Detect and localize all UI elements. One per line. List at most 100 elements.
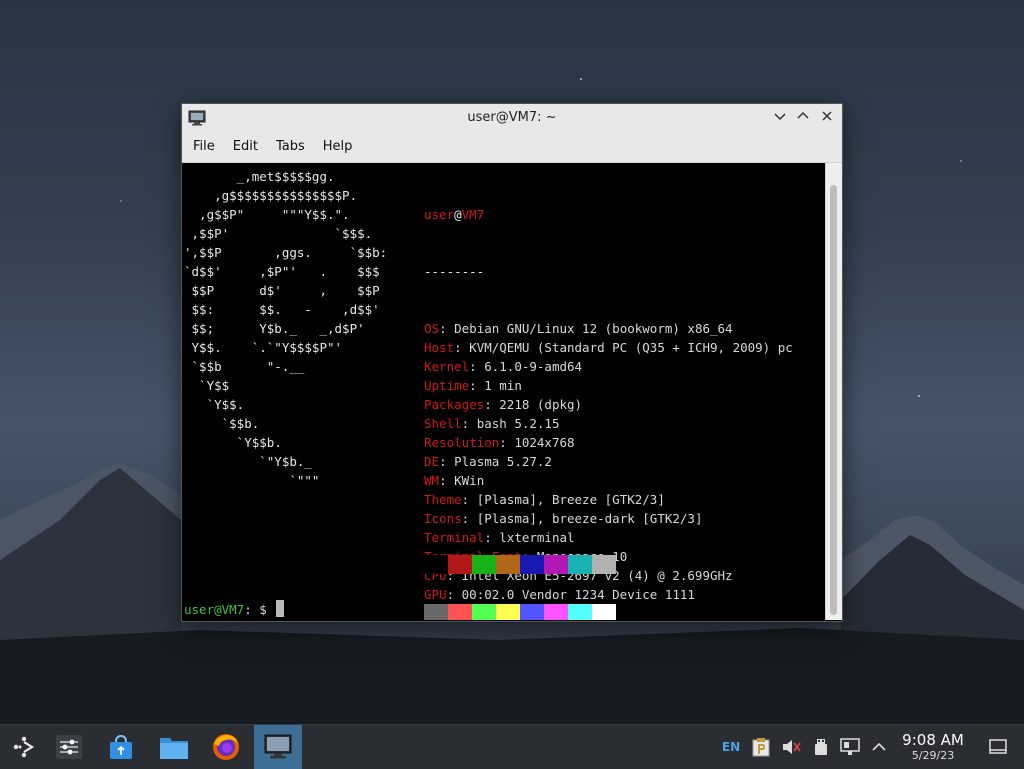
info-key: Kernel: [424, 359, 470, 374]
color-swatch: [544, 604, 568, 620]
menu-tabs[interactable]: Tabs: [267, 132, 314, 162]
chevron-up-icon: [797, 111, 809, 119]
scrollbar-thumb[interactable]: [830, 185, 837, 615]
menu-edit[interactable]: Edit: [224, 132, 267, 162]
ascii-logo-line: _,met$$$$$gg.: [184, 169, 335, 184]
color-swatch: [544, 555, 568, 574]
debian-ascii-logo: _,met$$$$$gg. ,g$$$$$$$$$$$$$$$P. ,g$$P"…: [184, 167, 387, 490]
color-swatch: [568, 555, 592, 574]
file-manager-button[interactable]: [150, 725, 198, 769]
info-row: WM: KWin: [424, 473, 485, 488]
menu-file[interactable]: File: [184, 132, 224, 162]
info-value: Plasma 5.27.2: [454, 454, 552, 469]
system-settings-button[interactable]: [45, 725, 93, 769]
color-swatch: [520, 604, 544, 620]
ascii-logo-line: `$$b "-.__: [184, 359, 305, 374]
info-row: DE: Plasma 5.27.2: [424, 454, 552, 469]
window-title: user@VM7: ~: [467, 110, 557, 125]
clipboard-icon: [752, 738, 770, 757]
ascii-logo-line: ,$$P' `$$$.: [184, 226, 373, 241]
color-swatch: [592, 604, 616, 620]
vertical-scrollbar[interactable]: [825, 163, 842, 620]
terminal-output[interactable]: _,met$$$$$gg. ,g$$$$$$$$$$$$$$$P. ,g$$P"…: [182, 163, 826, 620]
ascii-logo-line: ',$$P ,ggs. `$$b:: [184, 245, 388, 260]
menu-help[interactable]: Help: [314, 132, 362, 162]
ascii-logo-line: $$: $$. - ,d$$': [184, 302, 380, 317]
volume-button[interactable]: [780, 725, 802, 769]
removable-devices-button[interactable]: [810, 725, 832, 769]
info-separator: --------: [424, 264, 485, 279]
close-icon: [822, 111, 832, 121]
info-key: WM: [424, 473, 440, 488]
info-row: Packages: 2218 (dpkg): [424, 397, 583, 412]
clock-time: 9:08 AM: [902, 731, 964, 749]
color-swatch: [472, 604, 496, 620]
info-value: 1 min: [484, 378, 522, 393]
info-row: Uptime: 1 min: [424, 378, 522, 393]
monitor-icon: [264, 734, 292, 759]
color-swatch: [568, 604, 592, 620]
color-swatch: [496, 555, 520, 574]
info-key: Theme: [424, 492, 462, 507]
prompt-symbol: : $: [244, 602, 267, 617]
volume-muted-icon: [783, 740, 801, 754]
info-value: Debian GNU/Linux 12 (bookworm) x86_64: [454, 321, 733, 336]
info-key: DE: [424, 454, 440, 469]
show-desktop-icon: [989, 739, 1007, 754]
color-swatch: [592, 555, 616, 574]
keyboard-layout-indicator[interactable]: EN: [720, 725, 742, 769]
menu-bar: File Edit Tabs Help: [182, 132, 842, 163]
color-swatch: [520, 555, 544, 574]
info-key: Packages: [424, 397, 485, 412]
color-swatch: [424, 604, 448, 620]
digital-clock[interactable]: 9:08 AM 5/29/23: [896, 731, 970, 763]
folder-icon: [160, 738, 188, 759]
ascii-logo-line: ,g$$P" """Y$$.".: [184, 207, 350, 222]
ascii-logo-line: $$P d$' , $$P: [184, 283, 380, 298]
show-hidden-icons-button[interactable]: [868, 725, 890, 769]
info-value: 1024x768: [514, 435, 575, 450]
ascii-logo-line: Y$$. `.`"Y$$$$P"': [184, 340, 343, 355]
close-button[interactable]: [817, 108, 837, 128]
taskbar: EN 9:08 AM 5/29/23: [0, 724, 1024, 769]
chevron-up-icon: [872, 742, 886, 751]
firefox-icon: [213, 734, 239, 760]
clipboard-button[interactable]: [750, 725, 772, 769]
launcher-icon: [13, 736, 35, 758]
show-desktop-button[interactable]: [986, 725, 1010, 769]
terminal-window[interactable]: user@VM7: ~ File Edit Tabs Help _,met$$$…: [181, 103, 843, 622]
application-launcher-button[interactable]: [0, 725, 48, 769]
store-bag-icon: [110, 734, 132, 759]
info-key: Icons: [424, 511, 462, 526]
info-value: KWin: [454, 473, 485, 488]
color-palette: [424, 525, 616, 620]
info-row: Theme: [Plasma], Breeze [GTK2/3]: [424, 492, 665, 507]
color-swatch: [448, 604, 472, 620]
firefox-button[interactable]: [202, 725, 250, 769]
usb-drive-icon: [815, 739, 827, 755]
info-row: Host: KVM/QEMU (Standard PC (Q35 + ICH9,…: [424, 340, 793, 355]
minimize-button[interactable]: [770, 108, 790, 128]
info-key: Uptime: [424, 378, 470, 393]
maximize-button[interactable]: [793, 108, 813, 128]
info-key: Resolution: [424, 435, 500, 450]
info-key: OS: [424, 321, 440, 336]
color-swatch: [448, 555, 472, 574]
ascii-logo-line: `$$b.: [184, 416, 260, 431]
network-button[interactable]: [838, 725, 862, 769]
clock-date: 5/29/23: [911, 749, 955, 762]
terminal-taskbar-button[interactable]: [254, 725, 302, 769]
info-row: OS: Debian GNU/Linux 12 (bookworm) x86_6…: [424, 321, 733, 336]
keyboard-layout-label: EN: [721, 740, 741, 754]
info-value: 2218 (dpkg): [499, 397, 583, 412]
info-key: Shell: [424, 416, 462, 431]
network-wired-icon: [840, 738, 860, 755]
ascii-logo-line: `Y$$: [184, 378, 230, 393]
shell-prompt[interactable]: user@VM7: $: [184, 600, 285, 619]
ascii-logo-line: `""": [184, 473, 320, 488]
discover-store-button[interactable]: [97, 725, 145, 769]
ascii-logo-line: `Y$$.: [184, 397, 245, 412]
info-row: Kernel: 6.1.0-9-amd64: [424, 359, 583, 374]
title-bar[interactable]: user@VM7: ~: [182, 104, 842, 132]
color-swatch: [472, 555, 496, 574]
